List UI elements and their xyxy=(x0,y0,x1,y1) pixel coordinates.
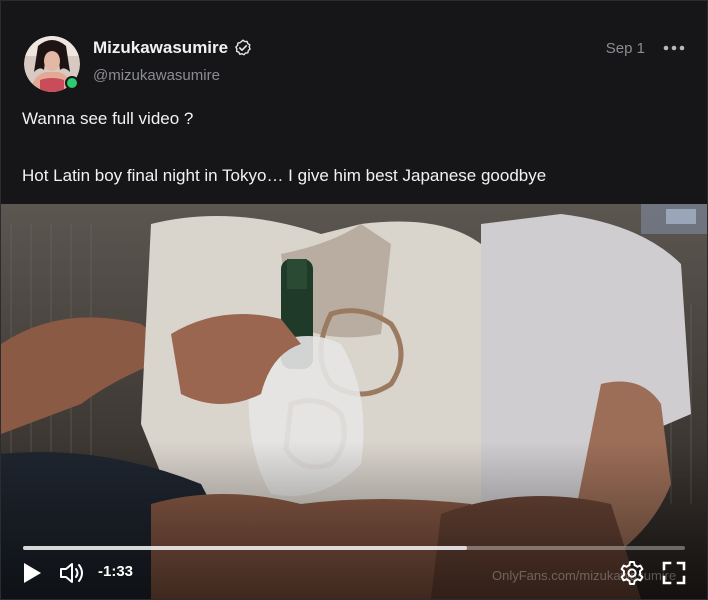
author-display-name[interactable]: Mizukawasumire xyxy=(93,38,228,58)
video-player[interactable]: -1:33 OnlyFans.com/mizukawasumire xyxy=(1,204,707,599)
video-time-remaining: -1:33 xyxy=(98,563,134,580)
post-text-line: Hot Latin boy final night in Tokyo… I gi… xyxy=(22,166,547,185)
author-handle[interactable]: @mizukawasumire xyxy=(93,67,220,84)
fullscreen-icon[interactable] xyxy=(661,560,687,586)
post-date[interactable]: Sep 1 xyxy=(606,40,645,57)
video-watermark: OnlyFans.com/mizukawasumire xyxy=(492,568,677,583)
volume-icon[interactable] xyxy=(59,561,87,585)
video-frame xyxy=(1,204,707,599)
video-controls: -1:33 OnlyFans.com/mizukawasumire xyxy=(1,549,707,599)
avatar[interactable] xyxy=(24,36,80,92)
online-status-dot xyxy=(65,76,79,90)
play-icon[interactable] xyxy=(21,561,43,585)
post-text-line: Wanna see full video ? xyxy=(22,109,194,128)
post-header: Mizukawasumire @mizukawasumire Sep 1 xyxy=(1,1,707,97)
more-options-icon[interactable] xyxy=(663,41,685,55)
post-card: Mizukawasumire @mizukawasumire Sep 1 Wan… xyxy=(0,0,708,600)
author-name-row: Mizukawasumire xyxy=(93,38,252,58)
settings-icon[interactable] xyxy=(619,560,645,586)
verified-icon xyxy=(235,39,251,56)
